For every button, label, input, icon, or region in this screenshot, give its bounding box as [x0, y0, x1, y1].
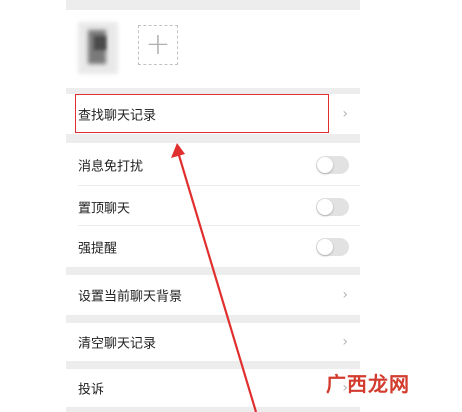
watermark-text: 广西龙网	[326, 371, 410, 396]
pointer-arrow-icon	[171, 143, 258, 412]
watermark: 广西龙网	[326, 367, 410, 397]
